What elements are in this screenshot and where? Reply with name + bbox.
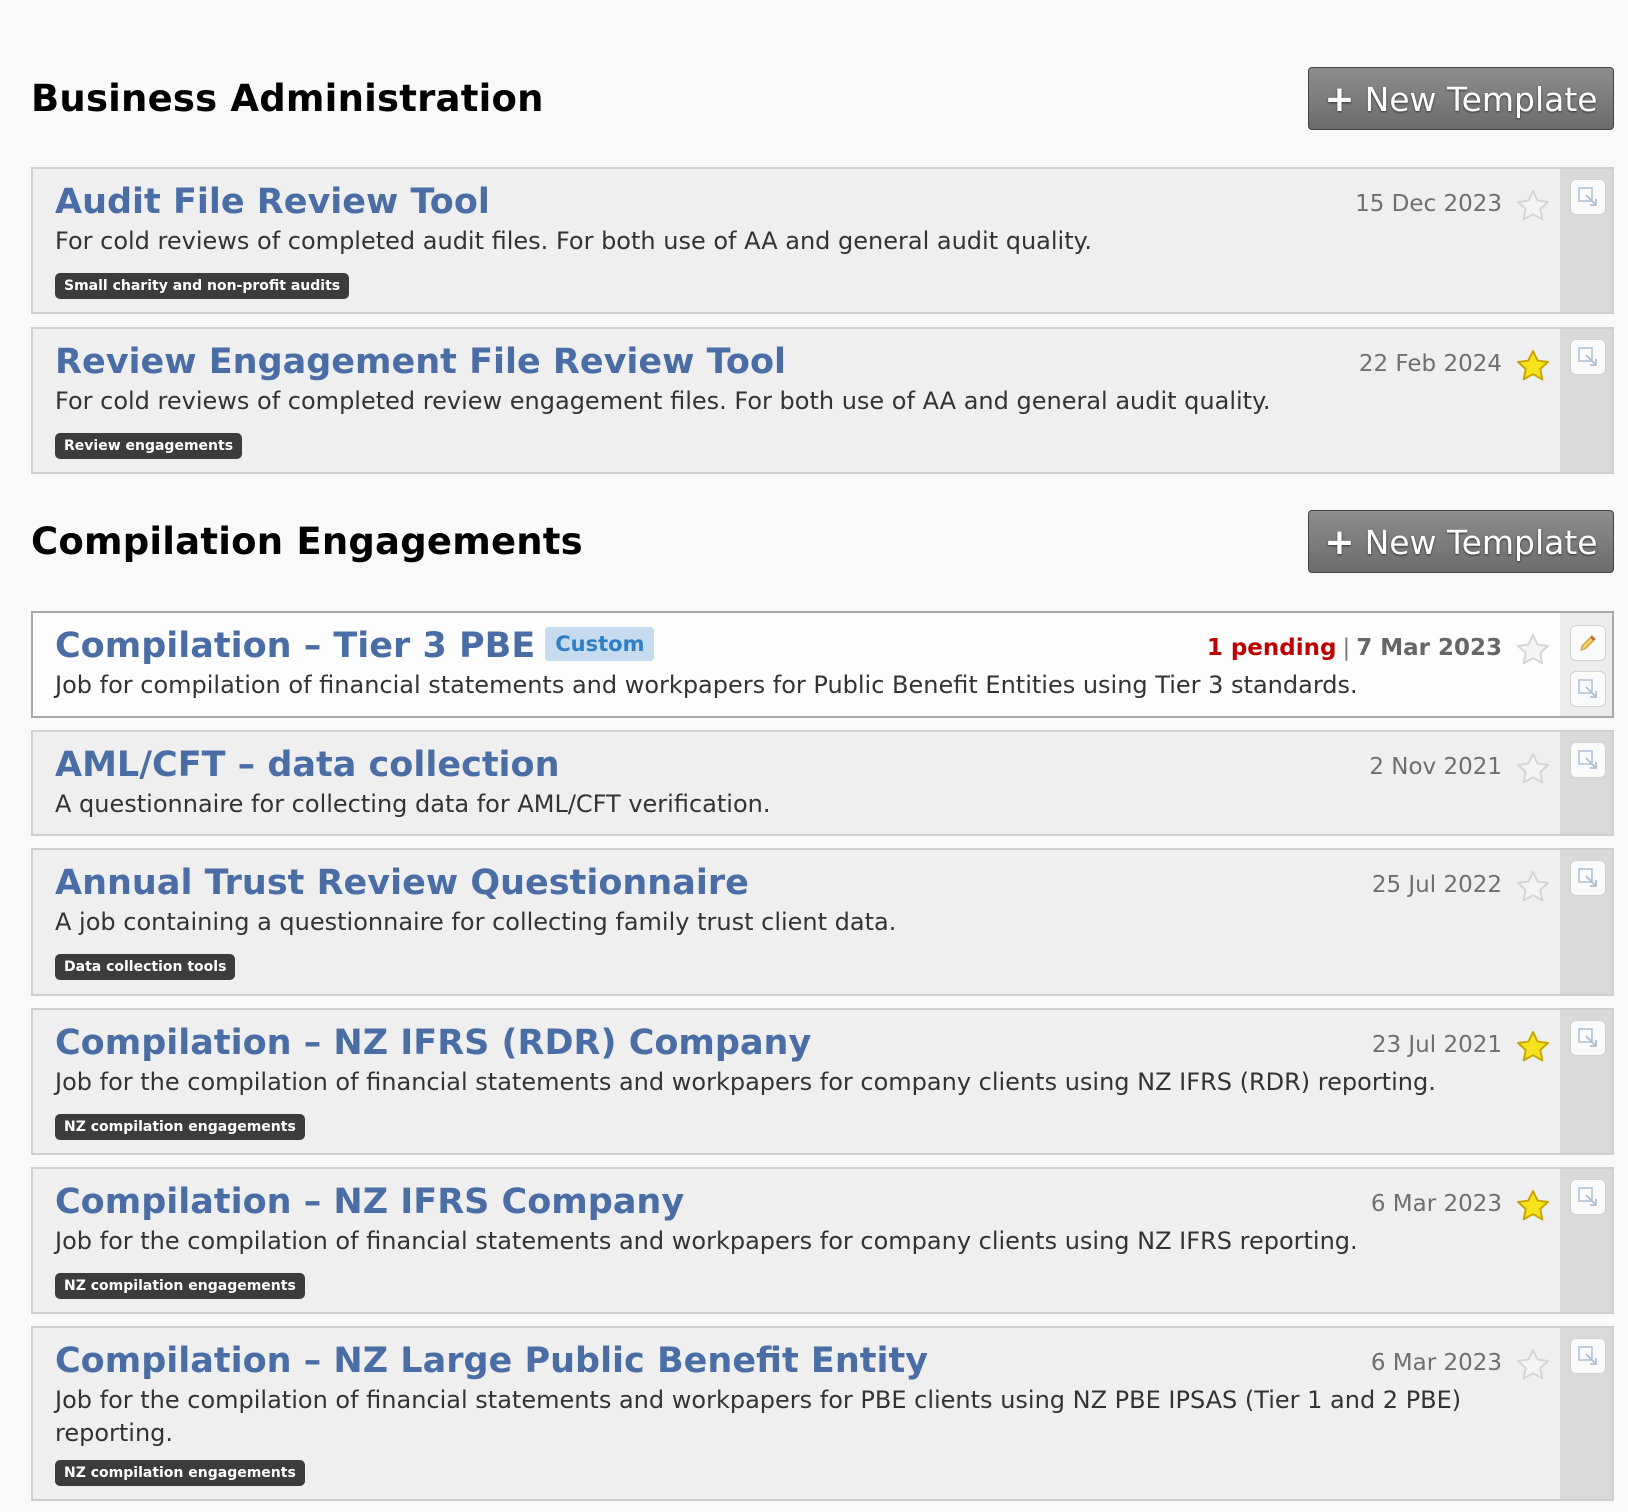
template-date: 6 Mar 2023 (1370, 1350, 1502, 1376)
plus-icon: + (1324, 522, 1355, 563)
custom-badge: Custom (545, 627, 655, 661)
card-actions (1560, 329, 1612, 472)
template-tag[interactable]: NZ compilation engagements (55, 1273, 305, 1299)
open-external-button[interactable] (1570, 860, 1606, 896)
new-template-button[interactable]: + New Template (1308, 510, 1614, 573)
template-description: Job for the compilation of financial sta… (55, 1068, 1436, 1096)
template-tag[interactable]: NZ compilation engagements (55, 1114, 305, 1140)
template-title-link[interactable]: Compilation – NZ IFRS (RDR) Company (55, 1020, 811, 1066)
open-external-button[interactable] (1570, 339, 1606, 375)
star-filled-icon[interactable] (1514, 1187, 1552, 1225)
open-external-icon (1578, 1028, 1597, 1047)
template-card: Compilation – NZ Large Public Benefit En… (31, 1326, 1614, 1501)
open-external-button[interactable] (1570, 179, 1606, 215)
template-description: For cold reviews of completed review eng… (55, 387, 1271, 415)
template-title-link[interactable]: Compilation – NZ Large Public Benefit En… (55, 1338, 928, 1384)
card-actions (1560, 732, 1612, 834)
card-actions (1560, 1328, 1612, 1499)
open-external-button[interactable] (1570, 1179, 1606, 1215)
pending-count[interactable]: 1 pending (1207, 635, 1337, 661)
new-template-label: New Template (1364, 523, 1598, 562)
template-card: Audit File Review Tool For cold reviews … (31, 167, 1614, 314)
template-date: 15 Dec 2023 (1355, 191, 1502, 217)
star-filled-icon[interactable] (1514, 1028, 1552, 1066)
template-title-link[interactable]: Annual Trust Review Questionnaire (55, 860, 749, 906)
star-filled-icon[interactable] (1514, 347, 1552, 385)
template-card: Compilation – NZ IFRS Company Job for th… (31, 1167, 1614, 1314)
section-title: Compilation Engagements (31, 520, 583, 563)
template-date: 6 Mar 2023 (1370, 1191, 1502, 1217)
template-title-link[interactable]: Compilation – NZ IFRS Company (55, 1179, 684, 1225)
star-outline-icon[interactable] (1514, 187, 1552, 225)
template-card: Annual Trust Review Questionnaire A job … (31, 848, 1614, 996)
card-actions (1560, 1010, 1612, 1153)
template-list-page: Business Administration + New Template Au… (0, 0, 1628, 1512)
star-outline-icon[interactable] (1514, 631, 1552, 669)
open-external-icon (1578, 1187, 1597, 1206)
open-external-button[interactable] (1570, 1020, 1606, 1056)
section-header-compilation-engagements: Compilation Engagements + New Template (31, 510, 1614, 574)
template-tag[interactable]: Review engagements (55, 433, 243, 459)
plus-icon: + (1324, 79, 1355, 120)
template-date: 25 Jul 2022 (1371, 872, 1502, 898)
template-date: 2 Nov 2021 (1369, 754, 1502, 780)
template-description: A job containing a questionnaire for col… (55, 908, 897, 936)
template-date: 22 Feb 2024 (1358, 351, 1502, 377)
open-external-icon (1578, 347, 1597, 366)
new-template-label: New Template (1364, 80, 1598, 119)
template-title-link[interactable]: Audit File Review Tool (55, 179, 490, 225)
template-card: Review Engagement File Review Tool For c… (31, 327, 1614, 474)
meta-separator: | (1342, 635, 1351, 661)
template-description: Job for compilation of financial stateme… (55, 671, 1358, 699)
template-card: AML/CFT – data collection A questionnair… (31, 730, 1614, 836)
open-external-icon (1578, 868, 1597, 887)
card-actions (1560, 169, 1612, 312)
template-description: Job for the compilation of financial sta… (55, 1227, 1358, 1255)
star-outline-icon[interactable] (1514, 1346, 1552, 1384)
template-title-link[interactable]: Compilation – Tier 3 PBE Custom (55, 623, 655, 669)
template-description: Job for the compilation of financial sta… (55, 1386, 1462, 1447)
open-external-button[interactable] (1570, 1338, 1606, 1374)
section-title: Business Administration (31, 77, 544, 120)
template-tag[interactable]: NZ compilation engagements (55, 1460, 305, 1486)
template-description: For cold reviews of completed audit file… (55, 227, 1093, 255)
open-external-icon (1578, 679, 1597, 698)
template-date: 23 Jul 2021 (1371, 1032, 1502, 1058)
star-outline-icon[interactable] (1514, 868, 1552, 906)
template-meta: 1 pending | 7 Mar 2023 (1207, 631, 1502, 665)
new-template-button[interactable]: + New Template (1308, 67, 1614, 130)
open-external-button[interactable] (1570, 742, 1606, 778)
section-header-business-administration: Business Administration + New Template (31, 67, 1614, 131)
star-outline-icon[interactable] (1514, 750, 1552, 788)
template-tag[interactable]: Data collection tools (55, 954, 236, 980)
pencil-icon (1580, 635, 1596, 651)
template-card: Compilation – Tier 3 PBE Custom Job for c… (31, 611, 1614, 718)
template-date: 7 Mar 2023 (1356, 635, 1502, 661)
template-card: Compilation – NZ IFRS (RDR) Company Job … (31, 1008, 1614, 1155)
open-external-icon (1578, 1346, 1597, 1365)
template-title-link[interactable]: Review Engagement File Review Tool (55, 339, 786, 385)
template-title-text: Compilation – Tier 3 PBE (55, 626, 536, 666)
open-external-button[interactable] (1570, 671, 1606, 707)
card-actions (1560, 850, 1612, 994)
template-title-link[interactable]: AML/CFT – data collection (55, 742, 560, 788)
open-external-icon (1578, 187, 1597, 206)
card-actions (1560, 613, 1612, 716)
edit-button[interactable] (1570, 625, 1606, 661)
open-external-icon (1578, 750, 1597, 769)
template-description: A questionnaire for collecting data for … (55, 790, 771, 818)
card-actions (1560, 1169, 1612, 1312)
template-tag[interactable]: Small charity and non-profit audits (55, 273, 350, 299)
